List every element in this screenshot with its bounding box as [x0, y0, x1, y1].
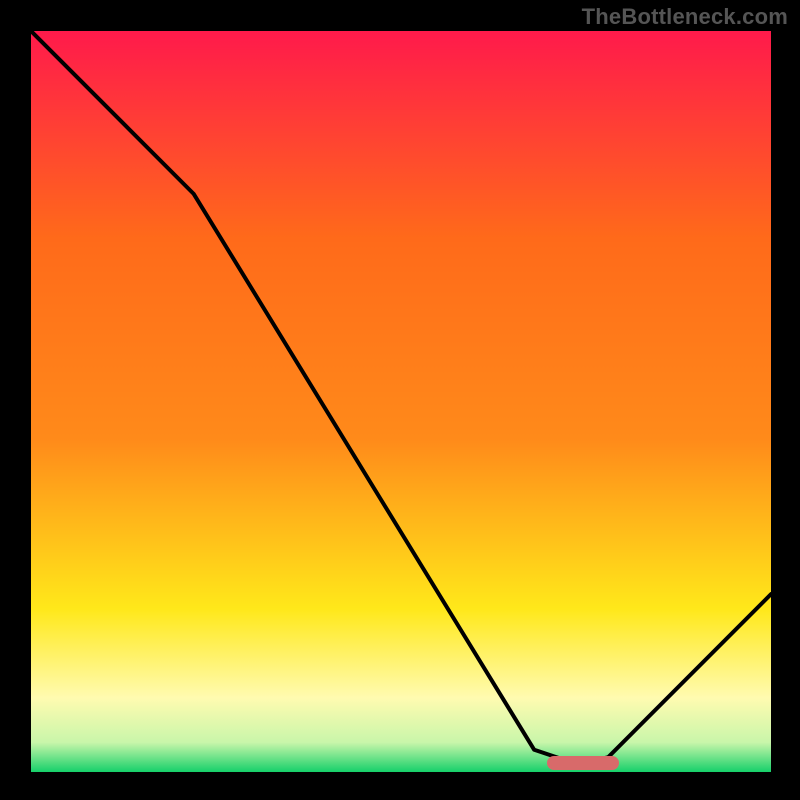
- bottleneck-plot: [0, 0, 800, 800]
- watermark-text: TheBottleneck.com: [582, 4, 788, 30]
- chart-stage: TheBottleneck.com: [0, 0, 800, 800]
- optimal-range-marker: [547, 756, 619, 770]
